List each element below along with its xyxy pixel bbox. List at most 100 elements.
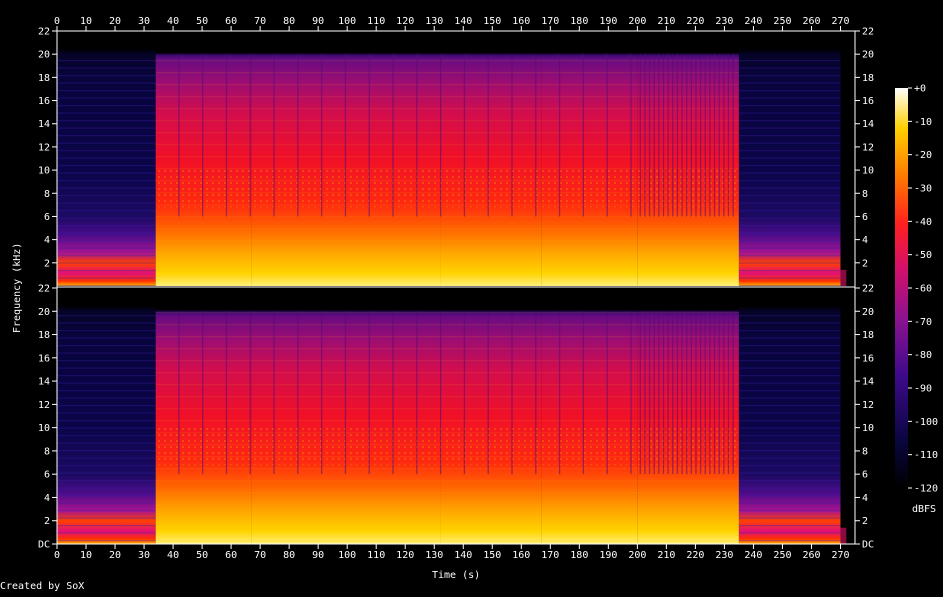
segment-4-harmonics (440, 311, 542, 544)
footer-credit: Created by SoX (0, 581, 84, 592)
x-tick-label-bottom: 20 (109, 550, 121, 561)
colorbar-tick-label: -120 (914, 484, 938, 495)
x-tick-label-top: 210 (657, 16, 675, 27)
x-tick-label-bottom: 190 (599, 550, 617, 561)
x-tick-label-bottom: 150 (483, 550, 501, 561)
y-tick-label-left: 8 (44, 189, 50, 200)
segment-1-harmonics (57, 54, 156, 286)
colorbar-tick-label: -70 (914, 317, 932, 328)
x-tick-label-bottom: 110 (367, 550, 385, 561)
x-tick-label-top: 250 (773, 16, 791, 27)
colorbar-tick-label: -30 (914, 184, 932, 195)
x-tick-label-top: 110 (367, 16, 385, 27)
x-tick-label-top: 170 (541, 16, 559, 27)
x-tick-label-bottom: 240 (744, 550, 762, 561)
colorbar-label: dBFS (912, 504, 936, 515)
segment-2-harmonics (155, 54, 252, 286)
y-tick-label-right: 8 (862, 446, 868, 457)
y-tick-label-left: 18 (38, 73, 50, 84)
segment-4-harmonics (440, 54, 542, 286)
y-tick-label-right: 14 (862, 119, 874, 130)
y-tick-label-right: 6 (862, 212, 868, 223)
x-tick-label-bottom: 130 (425, 550, 443, 561)
x-tick-label-top: 190 (599, 16, 617, 27)
segment-7-harmonics (738, 311, 841, 544)
y-tick-label-left: 12 (38, 142, 50, 153)
x-tick-label-bottom: 160 (512, 550, 530, 561)
fade-out-tail (840, 527, 847, 544)
x-tick-label-bottom: 260 (802, 550, 820, 561)
x-tick-label-bottom: 140 (454, 550, 472, 561)
x-tick-label-bottom: 40 (167, 550, 179, 561)
y-tick-label-right: 16 (862, 353, 874, 364)
segment-1-harmonics (57, 311, 156, 544)
y-tick-label-right: 2 (862, 258, 868, 269)
x-tick-label-top: 240 (744, 16, 762, 27)
x-tick-label-top: 160 (512, 16, 530, 27)
x-axis-top: 0 10 20 30 40 50 60 70 80 90 100 110 120 130 140 150 160… (54, 16, 850, 31)
y-tick-label-right: 10 (862, 423, 874, 434)
x-tick-label-bottom: 270 (831, 550, 849, 561)
fade-out-tail (840, 269, 847, 286)
x-tick-label-bottom: 70 (254, 550, 266, 561)
colorbar-tick-label: -100 (914, 417, 938, 428)
y-tick-label-right: 18 (862, 73, 874, 84)
segment-5-harmonics (541, 54, 638, 286)
y-tick-label-left: 10 (38, 423, 50, 434)
x-tick-label-top: 80 (283, 16, 295, 27)
y-tick-label-right: 22 (862, 284, 874, 295)
y-tick-label-left: DC (38, 540, 50, 551)
x-tick-label-top: 0 (54, 16, 60, 27)
x-tick-label-top: 270 (831, 16, 849, 27)
x-tick-label-top: 130 (425, 16, 443, 27)
x-tick-label-bottom: 180 (570, 550, 588, 561)
y-tick-label-right: 4 (862, 235, 868, 246)
x-tick-label-bottom: 200 (628, 550, 646, 561)
y-tick-label-right: 8 (862, 189, 868, 200)
y-tick-label-left: 10 (38, 166, 50, 177)
y-tick-label-right: 20 (862, 50, 874, 61)
colorbar-tick-label: -110 (914, 450, 938, 461)
segment-2-harmonics (155, 311, 252, 544)
x-tick-label-top: 260 (802, 16, 820, 27)
x-tick-label-bottom: 0 (54, 550, 60, 561)
x-tick-label-top: 70 (254, 16, 266, 27)
y-axis-label: Frequency (kHz) (12, 243, 23, 333)
segment-7-harmonics (738, 54, 841, 286)
y-tick-label-left: 2 (44, 516, 50, 527)
x-tick-label-top: 60 (225, 16, 237, 27)
x-tick-label-bottom: 120 (396, 550, 414, 561)
colorbar (895, 88, 908, 488)
y-tick-label-right: 10 (862, 166, 874, 177)
y-tick-label-right: 14 (862, 377, 874, 388)
x-tick-label-top: 220 (686, 16, 704, 27)
y-tick-label-left: 20 (38, 307, 50, 318)
y-tick-label-left: 6 (44, 470, 50, 481)
y-tick-label-left: 12 (38, 400, 50, 411)
colorbar-ticks: +0 -10 -20 -30 -40 -50 -60 -70 -80 -90 -100 -110 -12… (908, 84, 938, 495)
x-axis-label: Time (s) (432, 570, 480, 581)
y-tick-label-right: 6 (862, 470, 868, 481)
y-tick-label-left: 4 (44, 493, 50, 504)
segment-5-harmonics (541, 311, 638, 544)
x-tick-label-bottom: 230 (715, 550, 733, 561)
colorbar-tick-label: -60 (914, 284, 932, 295)
x-tick-label-bottom: 30 (138, 550, 150, 561)
y-tick-label-right: 20 (862, 307, 874, 318)
colorbar-tick-label: -80 (914, 350, 932, 361)
x-tick-label-bottom: 210 (657, 550, 675, 561)
y-tick-label-right: 4 (862, 493, 868, 504)
x-tick-label-top: 20 (109, 16, 121, 27)
y-tick-label-left: 20 (38, 50, 50, 61)
colorbar-tick-label: -50 (914, 250, 932, 261)
x-tick-label-bottom: 80 (283, 550, 295, 561)
x-tick-label-top: 50 (196, 16, 208, 27)
x-tick-label-bottom: 220 (686, 550, 704, 561)
x-tick-label-bottom: 90 (312, 550, 324, 561)
y-tick-label-right: 18 (862, 330, 874, 341)
y-tick-label-left: 22 (38, 284, 50, 295)
y-tick-label-left: 4 (44, 235, 50, 246)
channel-2-panel (57, 288, 855, 544)
colorbar-tick-label: +0 (914, 84, 926, 95)
x-tick-label-bottom: 170 (541, 550, 559, 561)
